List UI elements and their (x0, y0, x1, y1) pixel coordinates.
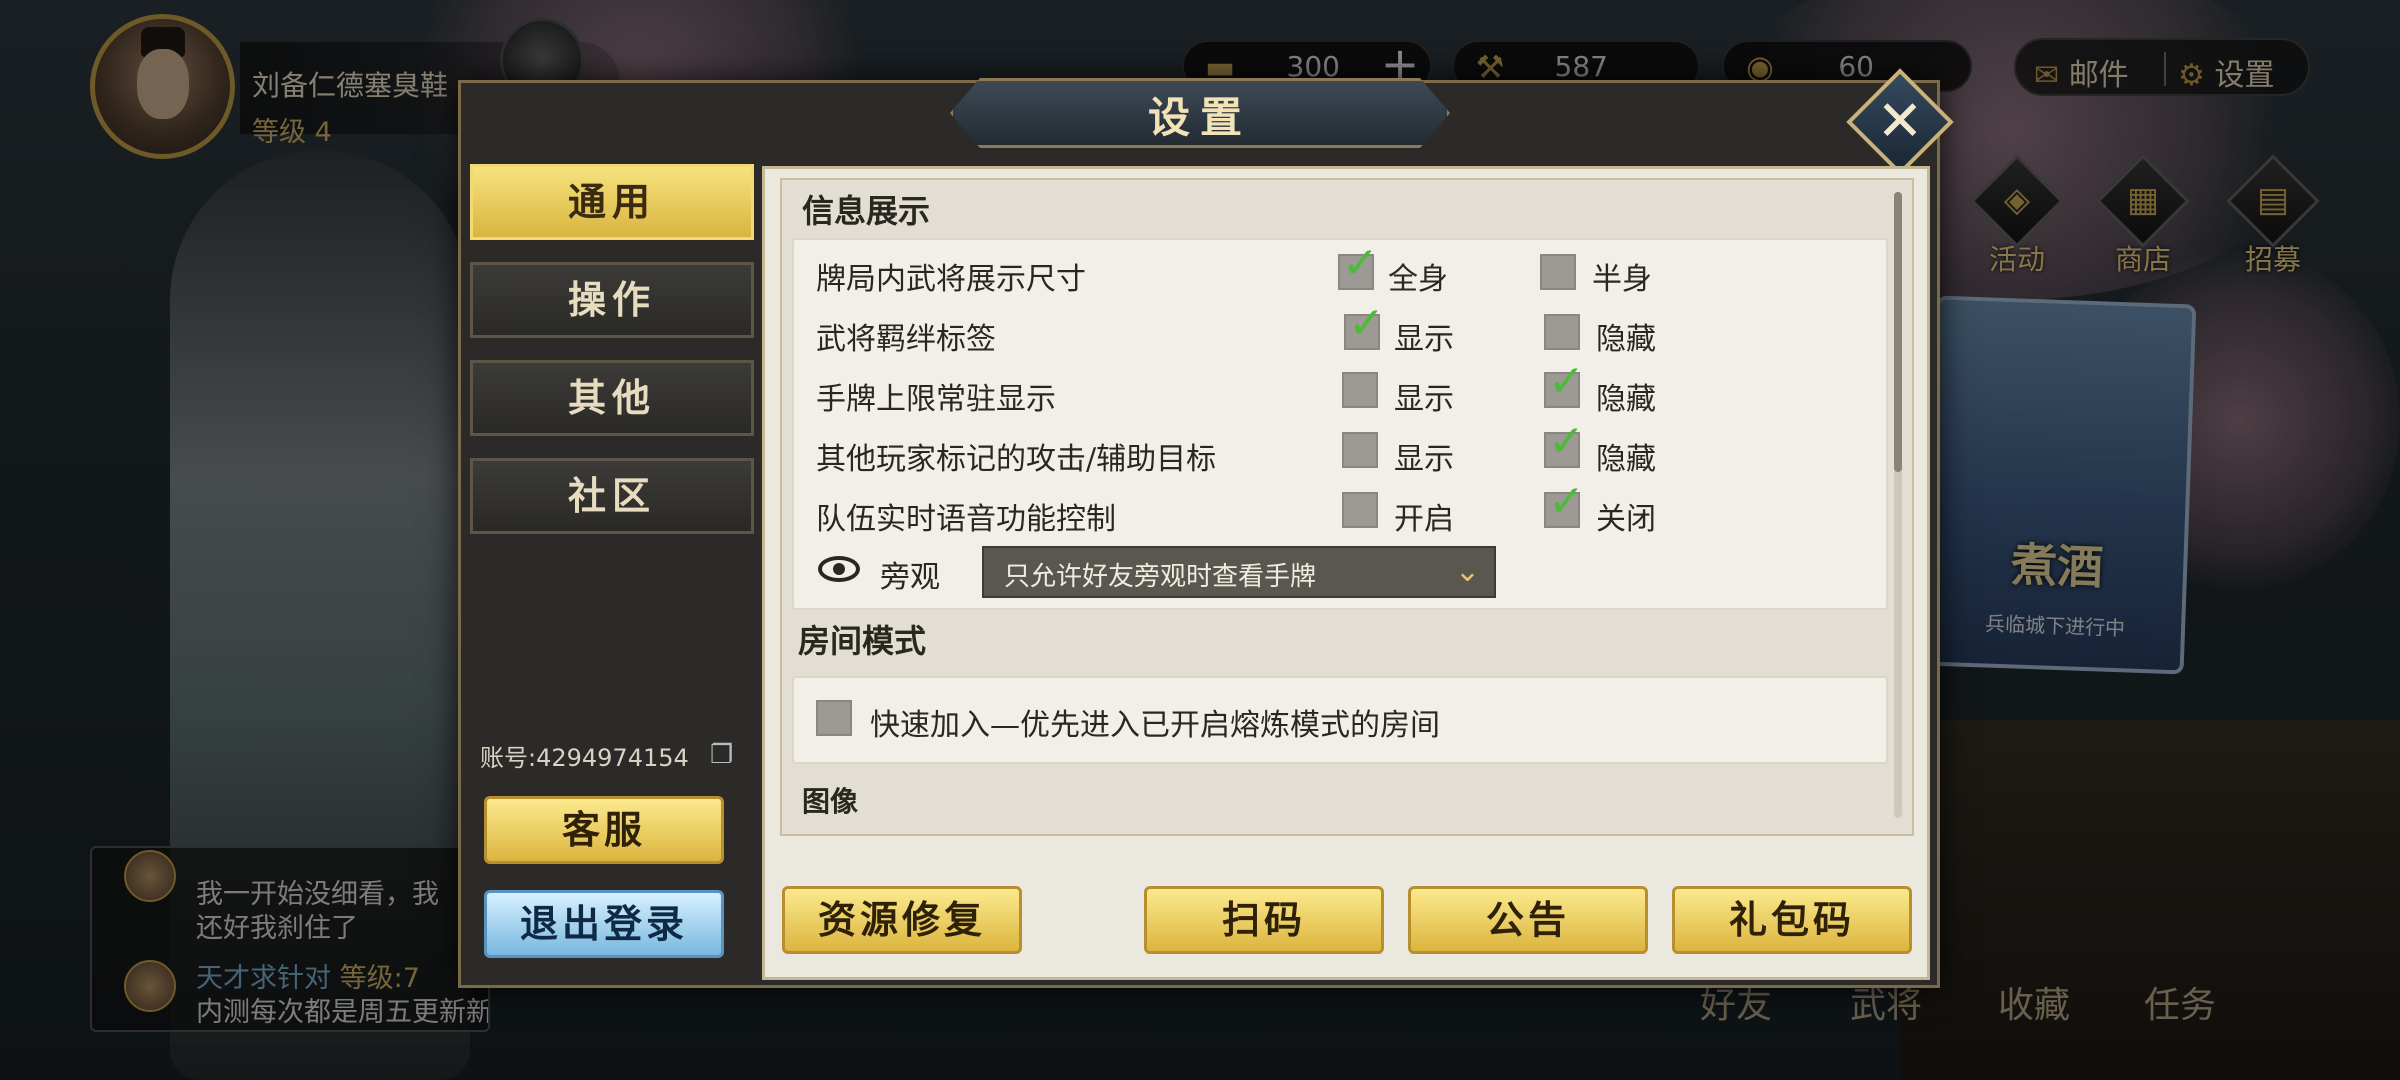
checkbox-full-body[interactable]: ✓ (1338, 242, 1379, 290)
dropdown-value: 只允许好友旁观时查看手牌 (1004, 562, 1317, 592)
checkbox-target-mark-hide[interactable]: ✓ (1544, 420, 1585, 468)
checkbox-half-body[interactable] (1540, 254, 1576, 290)
section-image: 图像 (802, 785, 859, 818)
spectate-label: 旁观 (880, 560, 940, 595)
option-label: 隐藏 (1596, 382, 1656, 417)
customer-service-button[interactable]: 客服 (484, 796, 724, 864)
resource-repair-button[interactable]: 资源修复 (782, 886, 1022, 954)
scrollbar-thumb[interactable] (1894, 192, 1902, 472)
option-label: 隐藏 (1596, 322, 1656, 357)
option-label: 半身 (1592, 262, 1652, 297)
account-id: 账号:4294974154 (480, 744, 689, 772)
checkmark-icon: ✓ (1548, 476, 1585, 527)
section-room-mode: 房间模式 (798, 622, 927, 660)
option-label: 关闭 (1596, 502, 1656, 537)
gift-code-button[interactable]: 礼包码 (1672, 886, 1912, 954)
spectate-dropdown[interactable]: 只允许好友旁观时查看手牌 ⌄ (982, 546, 1496, 598)
option-label: 显示 (1394, 442, 1454, 477)
tab-community[interactable]: 社区 (470, 458, 754, 534)
checkmark-icon: ✓ (1548, 356, 1585, 407)
checkmark-icon: ✓ (1348, 298, 1385, 349)
checkbox-hand-limit-show[interactable] (1342, 372, 1378, 408)
checkbox-hand-limit-hide[interactable]: ✓ (1544, 360, 1585, 408)
option-label: 隐藏 (1596, 442, 1656, 477)
close-icon[interactable]: ✕ (1862, 84, 1938, 160)
scan-button[interactable]: 扫码 (1144, 886, 1384, 954)
tab-general[interactable]: 通用 (470, 164, 754, 240)
row-label: 武将羁绊标签 (816, 322, 996, 357)
checkbox-voice-on[interactable] (1342, 492, 1378, 528)
option-label: 显示 (1394, 382, 1454, 417)
tab-controls[interactable]: 操作 (470, 262, 754, 338)
row-label: 牌局内武将展示尺寸 (816, 262, 1086, 297)
chevron-down-icon: ⌄ (1454, 554, 1480, 589)
checkbox-target-mark-show[interactable] (1342, 432, 1378, 468)
logout-button[interactable]: 退出登录 (484, 890, 724, 958)
quick-join-label: 快速加入—优先进入已开启熔炼模式的房间 (870, 708, 1440, 743)
checkbox-voice-off[interactable]: ✓ (1544, 480, 1585, 528)
copy-icon[interactable]: ❐ (710, 740, 738, 770)
row-label: 手牌上限常驻显示 (816, 382, 1056, 417)
tab-other[interactable]: 其他 (470, 360, 754, 436)
checkmark-icon: ✓ (1548, 416, 1585, 467)
dialog-title: 设置 (1147, 93, 1252, 142)
checkbox-bond-hide[interactable] (1544, 314, 1580, 350)
checkbox-quick-join[interactable] (816, 700, 852, 736)
option-label: 开启 (1394, 502, 1454, 537)
section-info-display: 信息展示 (802, 192, 931, 230)
option-label: 全身 (1388, 262, 1448, 297)
eye-icon (818, 556, 860, 582)
option-label: 显示 (1394, 322, 1454, 357)
row-label: 其他玩家标记的攻击/辅助目标 (816, 442, 1217, 477)
checkmark-icon: ✓ (1342, 238, 1379, 289)
checkbox-bond-show[interactable]: ✓ (1344, 302, 1385, 350)
notice-button[interactable]: 公告 (1408, 886, 1648, 954)
row-label: 队伍实时语音功能控制 (816, 502, 1116, 537)
